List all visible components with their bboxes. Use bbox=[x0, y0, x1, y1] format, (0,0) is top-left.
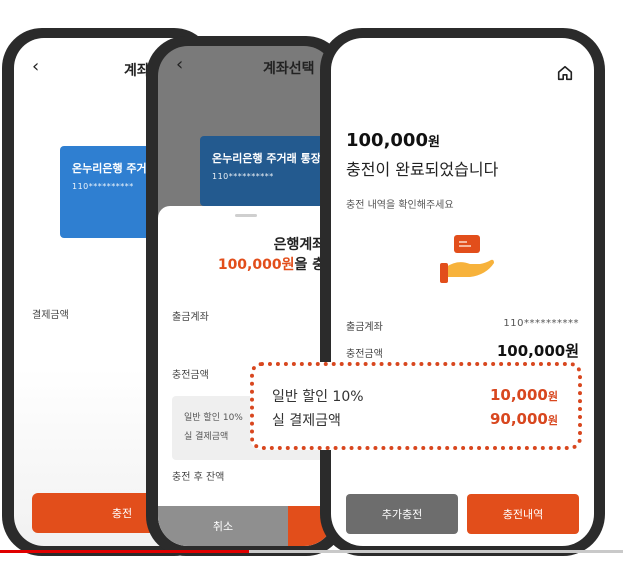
charge-amount-value: 100,000원 bbox=[496, 342, 579, 360]
bank-card-number: 110********** bbox=[212, 172, 274, 181]
bottom-action-bar: 취소 bbox=[158, 506, 334, 546]
sheet-amount-value: 100,000원 bbox=[217, 257, 295, 273]
payment-amount-label: 결제금액 bbox=[32, 310, 69, 321]
additional-charge-button[interactable]: 추가충전 bbox=[346, 494, 458, 534]
back-chevron-icon[interactable]: ‹ bbox=[32, 56, 39, 77]
completion-message: 충전이 완료되었습니다 bbox=[346, 160, 499, 179]
discount-callout: 일반 할인 10% 10,000원 실 결제금액 90,000원 bbox=[250, 362, 582, 450]
charge-history-button[interactable]: 충전내역 bbox=[467, 494, 579, 534]
charge-amount-label: 충전금액 bbox=[346, 349, 383, 360]
callout-actual-number: 90,000 bbox=[489, 410, 548, 428]
phone-middle-screen: ‹ 계좌선택 온누리은행 주거래 통장 110********** 은행계좌로 … bbox=[158, 46, 334, 546]
callout-actual-label: 실 결제금액 bbox=[272, 413, 341, 429]
withdraw-account-label: 출금계좌 bbox=[346, 322, 383, 333]
callout-actual-value: 90,000원 bbox=[490, 410, 558, 428]
callout-discount-unit: 원 bbox=[547, 390, 558, 403]
completed-amount-value: 100,000 bbox=[346, 130, 428, 151]
completed-amount-unit: 원 bbox=[427, 135, 440, 150]
home-icon[interactable] bbox=[556, 64, 574, 82]
callout-discount-value: 10,000원 bbox=[490, 386, 558, 404]
check-history-message: 충전 내역을 확인해주세요 bbox=[346, 200, 454, 211]
callout-discount-number: 10,000 bbox=[489, 386, 548, 404]
back-chevron-icon[interactable]: ‹ bbox=[176, 54, 183, 75]
callout-discount-label: 일반 할인 10% bbox=[272, 389, 364, 405]
charge-amount-label: 충전금액 bbox=[172, 370, 209, 381]
withdraw-account-value: 110********** bbox=[503, 318, 579, 329]
phone-right-screen: 100,000원 충전이 완료되었습니다 충전 내역을 확인해주세요 출금계좌 … bbox=[331, 38, 594, 546]
phone-right: 100,000원 충전이 완료되었습니다 충전 내역을 확인해주세요 출금계좌 … bbox=[320, 28, 605, 556]
sheet-amount: 100,000원을 충전 bbox=[218, 254, 334, 274]
balance-after-label: 충전 후 잔액 bbox=[172, 472, 225, 483]
phone-middle: ‹ 계좌선택 온누리은행 주거래 통장 110********** 은행계좌로 … bbox=[146, 36, 346, 556]
bank-card[interactable]: 온누리은행 주거래 통장 110********** bbox=[200, 136, 334, 206]
completed-amount: 100,000원 bbox=[346, 130, 440, 151]
callout-actual-unit: 원 bbox=[547, 414, 558, 427]
video-progress-fill bbox=[0, 550, 250, 553]
video-progress-bar[interactable] bbox=[0, 550, 623, 553]
bank-card-name: 온누리은행 주거래 통장 bbox=[212, 152, 321, 165]
cancel-button[interactable]: 취소 bbox=[158, 506, 288, 546]
page-title: 계좌선택 bbox=[263, 61, 315, 77]
withdraw-account-label: 출금계좌 bbox=[172, 312, 209, 323]
hand-card-icon bbox=[440, 235, 494, 283]
sheet-grabber[interactable] bbox=[235, 214, 257, 217]
